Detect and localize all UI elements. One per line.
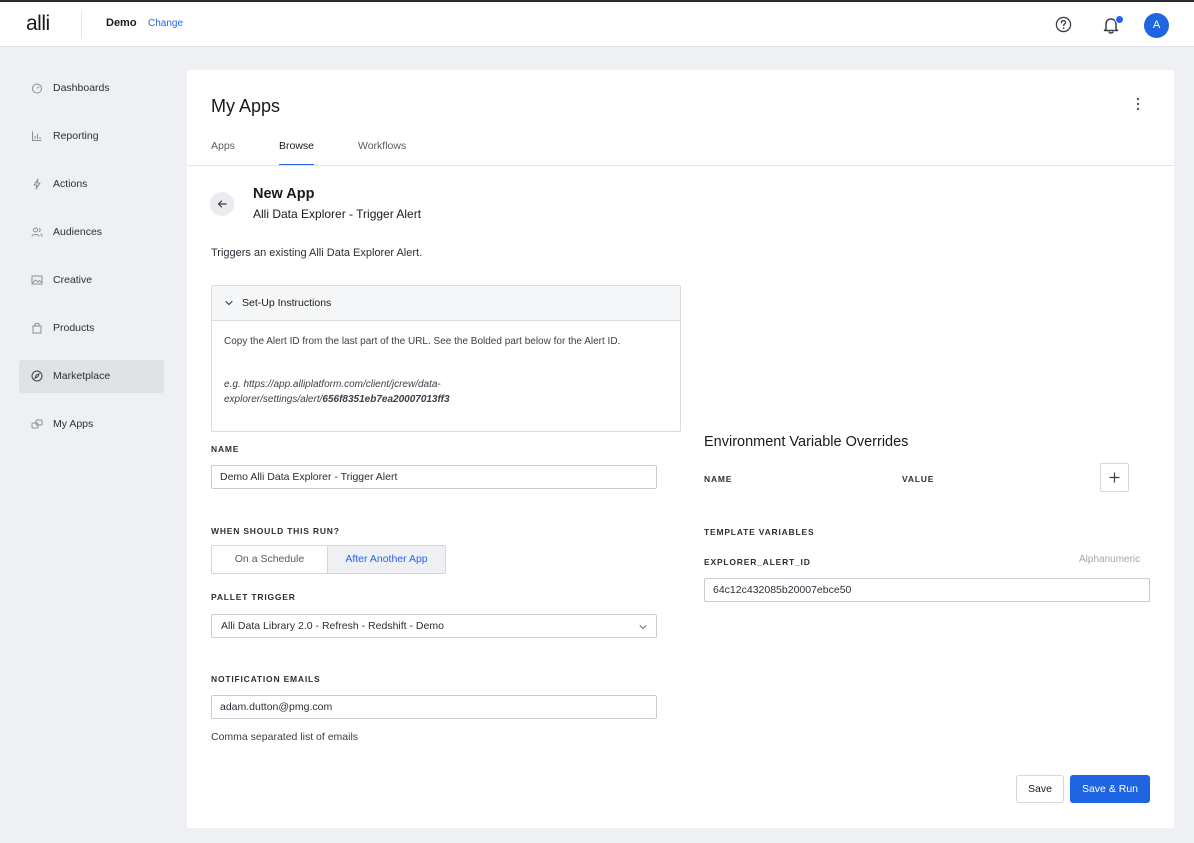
help-icon[interactable] — [1055, 16, 1072, 33]
change-org-link[interactable]: Change — [148, 18, 183, 29]
explorer-alert-id-input[interactable] — [704, 578, 1150, 602]
lightning-icon — [33, 178, 41, 190]
page-title: My Apps — [211, 96, 281, 116]
save-and-run-button[interactable]: Save & Run — [1070, 775, 1150, 803]
add-override-button[interactable] — [1100, 463, 1129, 492]
sidebar-item-label: Products — [53, 322, 95, 334]
notification-emails-input[interactable] — [211, 695, 657, 719]
sidebar-item-audiences[interactable]: Audiences — [19, 216, 164, 249]
emails-hint: Comma separated list of emails — [211, 731, 359, 743]
sidebar-item-label: Actions — [53, 178, 88, 190]
sidebar-item-products[interactable]: Products — [19, 312, 164, 345]
variable-type-hint: Alphanumeric — [1079, 554, 1141, 565]
sidebar-item-marketplace[interactable]: Marketplace — [19, 360, 164, 393]
on-schedule-option[interactable]: On a Schedule — [212, 546, 327, 573]
dashboard-icon — [32, 83, 42, 94]
notification-dot — [1115, 15, 1124, 24]
example-url-alert-id: 656f8351eb7ea20007013ff3 — [322, 394, 450, 405]
sidebar-item-label: Creative — [53, 274, 93, 286]
tabs-divider — [187, 165, 1174, 166]
org-name: Demo — [106, 17, 137, 29]
env-name-column: NAME — [704, 474, 733, 484]
sidebar-item-reporting[interactable]: Reporting — [19, 120, 164, 153]
app-heading: New App — [253, 186, 315, 202]
setup-instructions-title: Set-Up Instructions — [242, 297, 332, 309]
audience-icon — [31, 227, 43, 237]
tab-workflows[interactable]: Workflows — [358, 140, 406, 166]
header-divider — [81, 11, 82, 38]
arrow-left-icon — [217, 200, 227, 208]
setup-instructions-text: Copy the Alert ID from the last part of … — [224, 336, 621, 347]
sidebar-item-my-apps[interactable]: My Apps — [19, 408, 164, 441]
sidebar: Dashboards Reporting Actions Audiences C… — [19, 72, 164, 456]
sidebar-item-actions[interactable]: Actions — [19, 168, 164, 201]
sidebar-item-dashboards[interactable]: Dashboards — [19, 72, 164, 105]
tab-apps[interactable]: Apps — [211, 140, 235, 166]
sidebar-item-label: My Apps — [53, 418, 94, 430]
run-timing-label: WHEN SHOULD THIS RUN? — [211, 526, 340, 536]
after-another-app-option[interactable]: After Another App — [327, 546, 445, 573]
apps-icon — [31, 419, 43, 429]
user-avatar[interactable]: A — [1144, 13, 1169, 38]
alli-logo[interactable]: alli — [26, 12, 50, 36]
bag-icon — [32, 322, 42, 334]
setup-instructions-toggle[interactable]: Set-Up Instructions — [212, 286, 680, 321]
plus-icon — [1109, 472, 1120, 483]
sidebar-item-label: Dashboards — [53, 82, 110, 94]
setup-example-url: e.g. https://app.alliplatform.com/client… — [224, 377, 664, 407]
env-overrides-title: Environment Variable Overrides — [704, 434, 909, 450]
app-subheading: Alli Data Explorer - Trigger Alert — [253, 207, 422, 221]
top-header: alli Demo Change A — [0, 2, 1194, 47]
main-card: My Apps Apps Browse Workflows New App Al… — [187, 70, 1174, 828]
app-name-input[interactable] — [211, 465, 657, 489]
more-options-icon[interactable] — [1132, 96, 1144, 112]
explorer-alert-id-label: EXPLORER_ALERT_ID — [704, 557, 811, 567]
pallet-trigger-select[interactable]: Alli Data Library 2.0 - Refresh - Redshi… — [211, 614, 657, 638]
pallet-trigger-value: Alli Data Library 2.0 - Refresh - Redshi… — [221, 620, 444, 632]
compass-icon — [31, 370, 43, 382]
save-button[interactable]: Save — [1016, 775, 1064, 803]
sidebar-item-label: Audiences — [53, 226, 103, 238]
tab-browse[interactable]: Browse — [279, 140, 315, 166]
sidebar-item-label: Marketplace — [53, 370, 111, 382]
chart-icon — [32, 131, 42, 141]
pallet-trigger-label: PALLET TRIGGER — [211, 592, 296, 602]
chevron-down-icon — [225, 300, 233, 306]
setup-instructions-panel: Set-Up Instructions Copy the Alert ID fr… — [211, 285, 681, 432]
chevron-down-icon — [639, 625, 647, 629]
sidebar-item-creative[interactable]: Creative — [19, 264, 164, 297]
name-label: NAME — [211, 444, 240, 454]
back-button[interactable] — [210, 192, 234, 216]
env-value-column: VALUE — [902, 474, 935, 484]
notification-emails-label: NOTIFICATION EMAILS — [211, 674, 321, 684]
template-variables-label: TEMPLATE VARIABLES — [704, 527, 815, 537]
app-description: Triggers an existing Alli Data Explorer … — [211, 247, 423, 259]
image-icon — [31, 275, 43, 285]
run-timing-toggle: On a Schedule After Another App — [211, 545, 446, 574]
sidebar-item-label: Reporting — [53, 130, 99, 142]
